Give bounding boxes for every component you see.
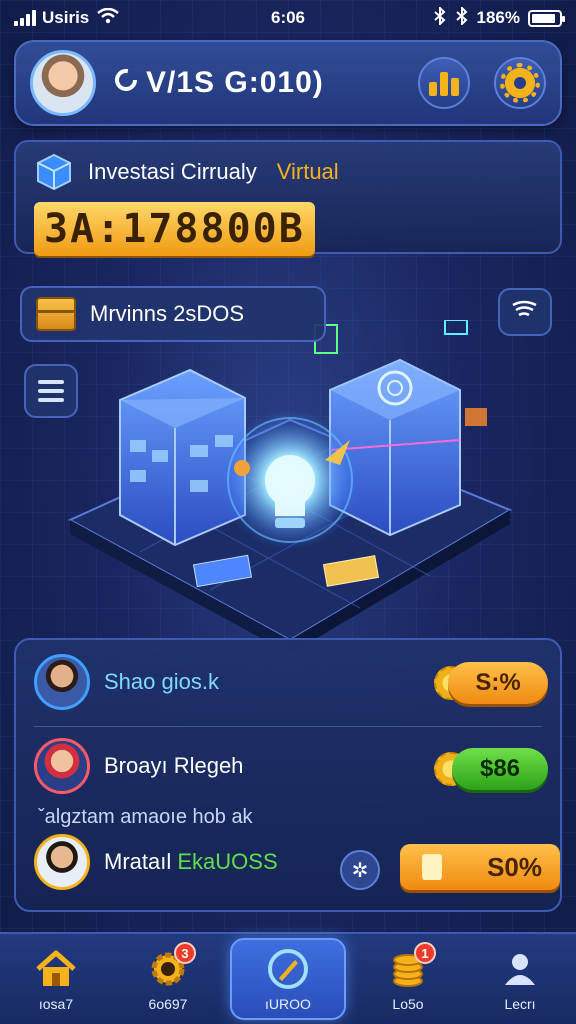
- stats-button[interactable]: [418, 57, 470, 109]
- status-time: 6:06: [270, 8, 306, 27]
- investment-tag: Virtual: [276, 159, 339, 184]
- nav-label: 6o697: [148, 996, 188, 1012]
- avatar: [34, 834, 90, 890]
- chest-icon: [36, 297, 76, 331]
- investment-card: Investasi Cirrualy Virtual 3A:178800B: [14, 140, 562, 256]
- notification-badge: 1: [414, 942, 436, 964]
- menu-button[interactable]: [24, 364, 78, 418]
- tag-icon: [422, 854, 442, 880]
- player-value-pill[interactable]: $86: [452, 748, 548, 790]
- player-name: Broayı Rlegeh: [104, 753, 244, 778]
- mining-status[interactable]: Mrvinns 2sDOS: [20, 286, 326, 342]
- players-subtext: ˇalgztam amaoıe hob ak: [38, 806, 253, 828]
- nav-item-home[interactable]: ıosa7: [0, 934, 112, 1024]
- carrier-label: Usiris: [42, 8, 90, 27]
- player-name-primary: Mrataıl: [104, 849, 172, 874]
- nav-label: ıUROO: [265, 996, 311, 1012]
- user-icon: [497, 946, 543, 992]
- avatar[interactable]: [30, 50, 96, 116]
- server-scene-illustration: [67, 320, 513, 654]
- player-name: Shao gios.k: [104, 669, 219, 694]
- gear-icon: [500, 63, 540, 103]
- settings-button[interactable]: [494, 57, 546, 109]
- page-title: V/1S G:010): [146, 66, 324, 99]
- player-value-text: S0%: [487, 851, 542, 882]
- battery-icon: [528, 9, 565, 27]
- bluetooth-icon: [433, 5, 447, 30]
- compass-icon: ✲: [351, 859, 369, 882]
- nav-label: Lo5o: [392, 996, 424, 1012]
- nav-label: ıosa7: [38, 996, 74, 1012]
- avatar: [34, 738, 90, 794]
- signal-button[interactable]: [498, 288, 552, 336]
- bottom-nav: ıosa7 3 6o697 ıUROO 1 Lo5o Lecrı: [0, 932, 576, 1024]
- cube-icon: [34, 152, 74, 192]
- mining-label: Mrvinns 2sDOS: [90, 301, 245, 326]
- menu-icon: [38, 380, 64, 384]
- notification-badge: 3: [174, 942, 196, 964]
- compass-button[interactable]: ✲: [340, 850, 380, 890]
- player-value-pill[interactable]: S0%: [400, 844, 560, 890]
- avatar: [34, 654, 90, 710]
- player-name-highlight: EkaUOSS: [177, 849, 278, 874]
- signal-waves-icon: [510, 297, 540, 327]
- stats-icon: [429, 70, 459, 96]
- nav-item-rewards[interactable]: 3 6o697: [112, 934, 224, 1024]
- compass-icon: [265, 946, 311, 992]
- signal-icon: [14, 10, 36, 26]
- wifi-icon: [97, 7, 120, 29]
- nav-item-coins[interactable]: 1 Lo5o: [352, 934, 464, 1024]
- status-bar: Usiris 6:06 186%: [0, 0, 576, 36]
- header-bar: V/1S G:010): [14, 40, 562, 126]
- nav-item-profile[interactable]: Lecrı: [464, 934, 576, 1024]
- players-panel: Shao gios.k S:% Broayı Rlegeh $86 ˇalgzt…: [14, 638, 562, 912]
- nav-label: Lecrı: [504, 996, 536, 1012]
- player-name: Mrataıl EkaUOSS: [104, 849, 278, 875]
- divider: [34, 726, 542, 727]
- balance-counter: 3A:178800B: [34, 202, 315, 256]
- home-icon: [33, 946, 79, 992]
- header-title-wrap: V/1S G:010): [114, 66, 394, 100]
- coin-icon: [114, 66, 138, 100]
- player-value-pill[interactable]: S:%: [448, 662, 548, 704]
- battery-percent: 186%: [476, 8, 520, 27]
- investment-title: Investasi Cirrualy: [88, 159, 257, 184]
- nav-item-explore[interactable]: ıUROO: [230, 938, 346, 1020]
- bluetooth-icon: [455, 5, 469, 30]
